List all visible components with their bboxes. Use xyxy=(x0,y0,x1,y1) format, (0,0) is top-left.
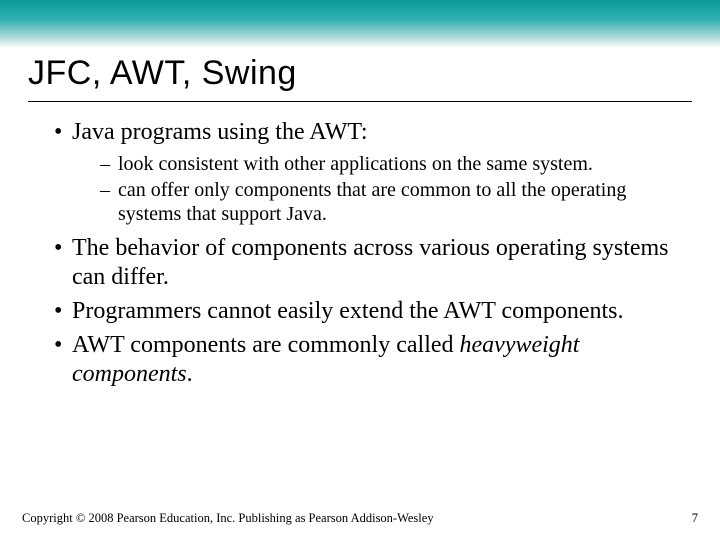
list-item: Programmers cannot easily extend the AWT… xyxy=(54,297,684,325)
list-item: AWT components are commonly called heavy… xyxy=(54,331,684,388)
sub-bullet-list: look consistent with other applications … xyxy=(72,152,684,226)
copyright-text: Copyright © 2008 Pearson Education, Inc.… xyxy=(22,511,434,526)
bullet-list: Java programs using the AWT: look consis… xyxy=(36,118,684,388)
slide-title: JFC, AWT, Swing xyxy=(28,54,692,93)
list-item: look consistent with other applications … xyxy=(100,152,684,176)
bullet-text-suffix: . xyxy=(187,361,193,387)
bullet-text: Java programs using the AWT: xyxy=(72,119,368,145)
sub-bullet-text: look consistent with other applications … xyxy=(118,153,593,175)
slide-content: Java programs using the AWT: look consis… xyxy=(0,102,720,388)
footer: Copyright © 2008 Pearson Education, Inc.… xyxy=(22,511,698,526)
header-gradient xyxy=(0,0,720,48)
list-item: Java programs using the AWT: look consis… xyxy=(54,118,684,226)
list-item: can offer only components that are commo… xyxy=(100,178,684,226)
bullet-text: The behavior of components across variou… xyxy=(72,235,669,289)
page-number: 7 xyxy=(692,511,698,526)
list-item: The behavior of components across variou… xyxy=(54,234,684,291)
bullet-text-prefix: AWT components are commonly called xyxy=(72,332,460,358)
title-area: JFC, AWT, Swing xyxy=(0,48,720,97)
sub-bullet-text: can offer only components that are commo… xyxy=(118,179,626,225)
bullet-text: Programmers cannot easily extend the AWT… xyxy=(72,298,624,324)
